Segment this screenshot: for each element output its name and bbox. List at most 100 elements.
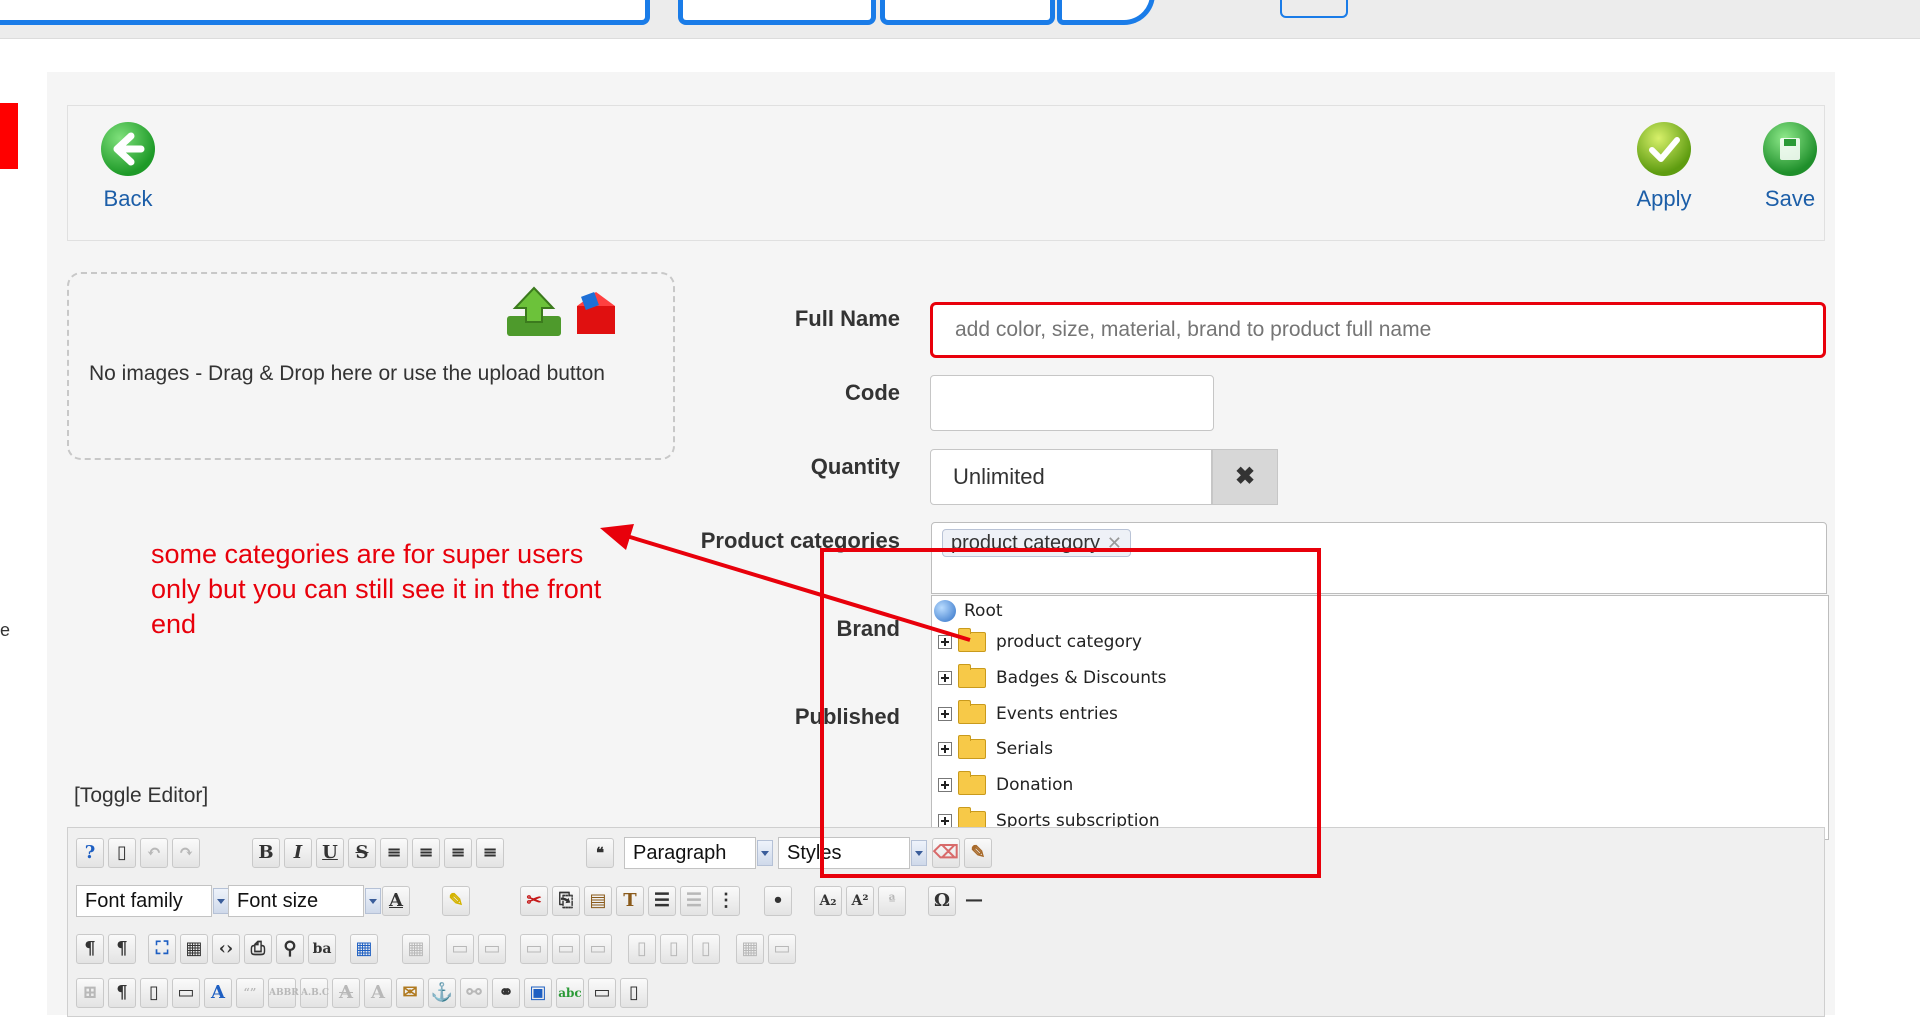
code-label: Code — [845, 380, 900, 405]
spellcheck-icon[interactable]: abc — [556, 978, 584, 1008]
table-icon[interactable]: ▦ — [350, 934, 378, 964]
visual-aid-icon[interactable]: ⊞ — [76, 978, 104, 1008]
preview-icon[interactable]: ▦ — [180, 934, 208, 964]
font-size-select[interactable]: Font size — [228, 885, 381, 917]
top-tab[interactable] — [1057, 0, 1155, 25]
insert-file-icon[interactable]: ▯ — [140, 978, 168, 1008]
action-toolbar: Back Apply Save — [67, 105, 1825, 241]
styles-icon[interactable]: A — [204, 978, 232, 1008]
numbered-list-icon[interactable]: ⋮ — [712, 886, 740, 916]
font-size-value: Font size — [237, 890, 319, 912]
insert-text-icon[interactable]: A — [364, 978, 392, 1008]
cut-icon[interactable]: ✂ — [520, 886, 548, 916]
ltr-icon[interactable]: ¶ — [76, 934, 104, 964]
link-icon[interactable]: ⚭ — [492, 978, 520, 1008]
upload-instructions: No images - Drag & Drop here or use the … — [89, 362, 605, 385]
pagebreak-icon[interactable]: ▯ — [620, 978, 648, 1008]
top-navigation-bar — [0, 0, 1920, 39]
top-tab[interactable] — [678, 0, 876, 25]
undo-icon[interactable]: ↶ — [140, 838, 168, 868]
help-icon[interactable]: ? — [76, 838, 104, 868]
back-button[interactable]: Back — [93, 122, 163, 212]
font-family-value: Font family — [85, 890, 183, 912]
top-tab[interactable] — [0, 0, 650, 25]
copy-icon[interactable]: ⎘ — [552, 886, 580, 916]
special-character-icon[interactable]: Ω — [928, 886, 956, 916]
acronym-icon[interactable]: A.B.C — [300, 978, 329, 1008]
upload-icon[interactable] — [503, 286, 565, 345]
source-code-icon[interactable]: ‹› — [212, 934, 240, 964]
edge-fragment: e — [0, 620, 11, 640]
align-justify-icon[interactable]: ≡ — [380, 838, 408, 868]
apply-button[interactable]: Apply — [1624, 122, 1704, 212]
table-delete-icon[interactable]: ▦ — [402, 934, 430, 964]
merge-cells-icon[interactable]: ▭ — [768, 934, 796, 964]
cite-icon[interactable]: “” — [236, 978, 264, 1008]
paste-icon[interactable]: ▤ — [584, 886, 612, 916]
image-icon[interactable]: ▣ — [524, 978, 552, 1008]
redo-icon[interactable]: ↷ — [172, 838, 200, 868]
abbr-icon[interactable]: ABBR — [268, 978, 299, 1008]
fullscreen-icon[interactable]: ⛶ — [148, 934, 176, 964]
image-drop-zone[interactable]: No images - Drag & Drop here or use the … — [67, 272, 675, 460]
code-input[interactable] — [930, 375, 1214, 431]
indent-icon[interactable]: ☰ — [648, 886, 676, 916]
search-icon[interactable]: ⚲ — [276, 934, 304, 964]
attributes-icon[interactable]: ✉ — [396, 978, 424, 1008]
show-blocks-icon[interactable]: ¶ — [108, 978, 136, 1008]
toggle-editor-link[interactable]: [Toggle Editor] — [74, 784, 208, 808]
superscript-icon[interactable]: A² — [846, 886, 874, 916]
delete-row-icon[interactable]: ▭ — [584, 934, 612, 964]
paste-text-icon[interactable]: T — [616, 886, 644, 916]
highlight-color-icon[interactable]: ✎ — [442, 886, 470, 916]
text-color-icon[interactable]: A — [382, 886, 410, 916]
character-map-icon[interactable]: ª — [878, 886, 906, 916]
format-select[interactable]: Paragraph — [624, 837, 773, 869]
row-before-icon[interactable]: ▭ — [520, 934, 548, 964]
subscript-icon[interactable]: A₂ — [814, 886, 842, 916]
dropdown-arrow-icon[interactable] — [365, 888, 381, 914]
unlink-icon[interactable]: ⚯ — [460, 978, 488, 1008]
template-icon[interactable]: ▭ — [172, 978, 200, 1008]
delete-text-icon[interactable]: A — [332, 978, 360, 1008]
cell-props-icon[interactable]: ▭ — [478, 934, 506, 964]
top-tab[interactable] — [880, 0, 1055, 25]
align-right-icon[interactable]: ≡ — [476, 838, 504, 868]
delete-col-icon[interactable]: ▯ — [692, 934, 720, 964]
quantity-input[interactable]: Unlimited — [930, 449, 1212, 505]
print-icon[interactable]: ⎙ — [244, 934, 272, 964]
align-left-icon[interactable]: ≡ — [444, 838, 472, 868]
menu-icon[interactable] — [1280, 0, 1348, 18]
strikethrough-icon[interactable]: S — [348, 838, 376, 868]
back-arrow-icon — [101, 122, 155, 176]
italic-icon[interactable]: I — [284, 838, 312, 868]
underline-icon[interactable]: U — [316, 838, 344, 868]
outdent-icon[interactable]: ☰ — [680, 886, 708, 916]
bold-icon[interactable]: B — [252, 838, 280, 868]
anchor-icon[interactable]: ⚓ — [428, 978, 456, 1008]
full-name-input[interactable] — [930, 302, 1826, 358]
dropdown-arrow-icon[interactable] — [757, 840, 773, 866]
rtl-icon[interactable]: ¶ — [108, 934, 136, 964]
replace-icon[interactable]: ba — [308, 934, 336, 964]
font-family-select[interactable]: Font family — [76, 885, 229, 917]
new-document-icon[interactable]: ▯ — [108, 838, 136, 868]
col-before-icon[interactable]: ▯ — [628, 934, 656, 964]
save-disk-icon — [1763, 122, 1817, 176]
bullet-list-icon[interactable]: • — [764, 886, 792, 916]
annotation-arrow — [600, 524, 971, 642]
full-name-label: Full Name — [794, 306, 900, 331]
clear-quantity-button[interactable]: ✖ — [1212, 449, 1278, 505]
save-button[interactable]: Save — [1750, 122, 1830, 212]
align-center-icon[interactable]: ≡ — [412, 838, 440, 868]
media-icon[interactable]: ▭ — [588, 978, 616, 1008]
row-props-icon[interactable]: ▭ — [446, 934, 474, 964]
annotation-text: some categories are for super users only… — [151, 539, 602, 639]
row-after-icon[interactable]: ▭ — [552, 934, 580, 964]
dropdown-arrow-icon[interactable] — [213, 888, 229, 914]
blockquote-icon[interactable]: ❝ — [586, 838, 614, 868]
horizontal-rule-icon[interactable]: — — [960, 886, 988, 916]
format-select-value: Paragraph — [633, 842, 727, 864]
col-after-icon[interactable]: ▯ — [660, 934, 688, 964]
split-cells-icon[interactable]: ▦ — [736, 934, 764, 964]
